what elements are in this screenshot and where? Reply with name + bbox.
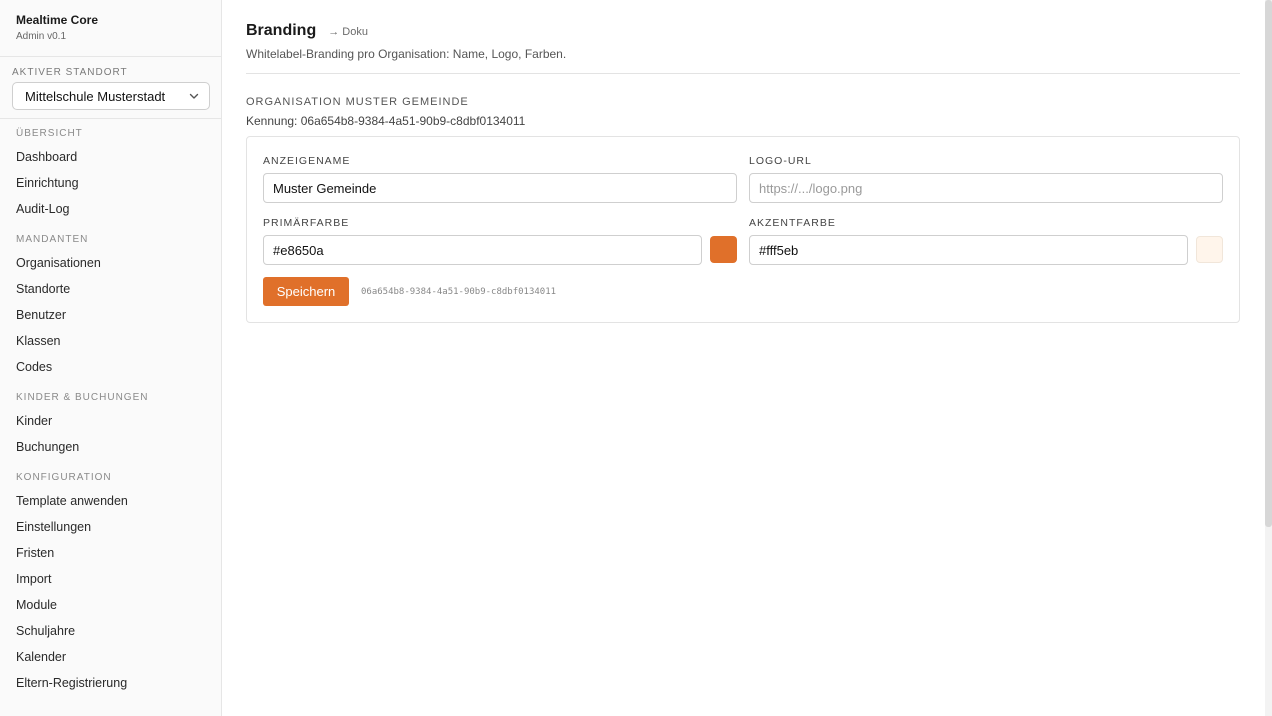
page-header: Branding → Doku Whitelabel-Branding pro …: [246, 22, 1240, 61]
location-select[interactable]: Mittelschule Musterstadt: [12, 82, 210, 110]
location-label: AKTIVER STANDORT: [12, 67, 128, 78]
sidebar-item-standorte[interactable]: Standorte: [0, 276, 221, 302]
sidebar-item-schuljahre[interactable]: Schuljahre: [0, 618, 221, 644]
accent-color-input[interactable]: #fff5eb: [749, 235, 1188, 265]
accent-color-swatch[interactable]: [1196, 236, 1223, 263]
org-id: Kennung: 06a654b8-9384-4a51-90b9-c8dbf01…: [246, 114, 526, 128]
sidebar-item-import[interactable]: Import: [0, 566, 221, 592]
branding-form-card: ANZEIGENAME Muster Gemeinde LOGO-URL htt…: [246, 136, 1240, 323]
nav-section-label: MANDANTEN: [16, 234, 89, 245]
display-name-label: ANZEIGENAME: [263, 155, 351, 167]
save-org-id: 06a654b8-9384-4a51-90b9-c8dbf0134011: [361, 287, 557, 297]
app-root: Mealtime Core Admin v0.1 AKTIVER STANDOR…: [0, 0, 1272, 716]
sidebar-item-audit-log[interactable]: Audit-Log: [0, 196, 221, 222]
sidebar-item-buchungen[interactable]: Buchungen: [0, 434, 221, 460]
sidebar-nav: ÜBERSICHT Dashboard Einrichtung Audit-Log MA…: [0, 123, 221, 699]
nav-section-gap: [0, 460, 221, 463]
sidebar-item-einstellungen[interactable]: Einstellungen: [0, 514, 221, 540]
org-heading: ORGANISATION MUSTER GEMEINDE: [246, 96, 469, 108]
sidebar: Mealtime Core Admin v0.1 AKTIVER STANDOR…: [0, 0, 222, 716]
sidebar-item-klassen[interactable]: Klassen: [0, 328, 221, 354]
sidebar-item-benutzer[interactable]: Benutzer: [0, 302, 221, 328]
brand-block: Mealtime Core Admin v0.1: [0, 0, 221, 57]
sidebar-item-kalender[interactable]: Kalender: [0, 644, 221, 670]
chevron-down-icon: [188, 90, 200, 102]
sidebar-item-fristen[interactable]: Fristen: [0, 540, 221, 566]
sidebar-item-einrichtung[interactable]: Einrichtung: [0, 170, 221, 196]
doku-link[interactable]: → Doku: [328, 26, 368, 38]
primary-color-label: PRIMÄRFARBE: [263, 217, 350, 229]
page-subtitle: Whitelabel-Branding pro Organisation: Na…: [246, 47, 567, 61]
sidebar-item-eltern-registrierung[interactable]: Eltern-Registrierung: [0, 670, 221, 696]
nav-section-label: KONFIGURATION: [16, 472, 112, 483]
page-title: Branding: [246, 22, 317, 39]
accent-color-label: AKZENTFARBE: [749, 217, 836, 229]
nav-section-gap: [0, 696, 221, 699]
sidebar-item-module[interactable]: Module: [0, 592, 221, 618]
sidebar-item-dashboard[interactable]: Dashboard: [0, 144, 221, 170]
sidebar-item-organisationen[interactable]: Organisationen: [0, 250, 221, 276]
primary-color-input[interactable]: #e8650a: [263, 235, 702, 265]
header-divider: [246, 73, 1240, 74]
nav-section-gap: [0, 222, 221, 225]
nav-section-gap: [0, 380, 221, 383]
nav-section-label: ÜBERSICHT: [16, 128, 83, 139]
nav-section-label: KINDER & BUCHUNGEN: [16, 392, 149, 403]
primary-color-swatch[interactable]: [710, 236, 737, 263]
app-version: Admin v0.1: [16, 31, 67, 42]
scrollbar-thumb[interactable]: [1265, 0, 1272, 527]
logo-url-label: LOGO-URL: [749, 155, 812, 167]
main-content: Branding → Doku Whitelabel-Branding pro …: [222, 0, 1272, 716]
save-button[interactable]: Speichern: [263, 277, 349, 306]
sidebar-item-codes[interactable]: Codes: [0, 354, 221, 380]
scrollbar[interactable]: [1265, 0, 1272, 716]
sidebar-item-kinder[interactable]: Kinder: [0, 408, 221, 434]
display-name-input[interactable]: Muster Gemeinde: [263, 173, 737, 203]
app-title: Mealtime Core: [16, 13, 99, 27]
logo-url-input[interactable]: https://.../logo.png: [749, 173, 1223, 203]
location-select-value: Mittelschule Musterstadt: [25, 88, 166, 104]
sidebar-item-template-anwenden[interactable]: Template anwenden: [0, 488, 221, 514]
sidebar-divider: [0, 118, 221, 119]
